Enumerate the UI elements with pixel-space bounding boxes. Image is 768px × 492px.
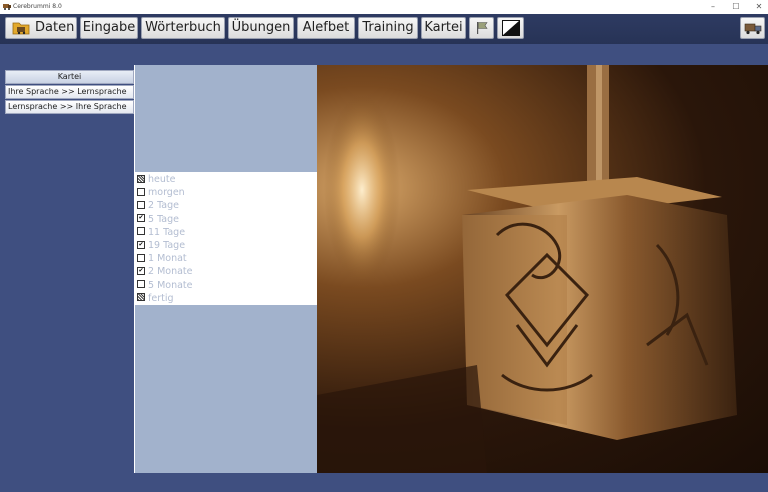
state-row[interactable]: 5 Monate — [137, 279, 312, 292]
alefbet-label: Alefbet — [302, 20, 350, 35]
uebungen-label: Übungen — [231, 20, 291, 35]
dreidel-illustration — [317, 65, 737, 473]
app-icon — [3, 4, 11, 10]
state-checkbox[interactable]: ✔ — [137, 214, 145, 223]
kartei-state-panel: heute morgen 2 Tage ✔ 5 Tage 11 Tage ✔ 19 Tage 1… — [134, 65, 317, 473]
state-row[interactable]: 11 Tage — [137, 226, 312, 239]
status-strip — [0, 473, 768, 492]
truck-icon — [744, 23, 762, 35]
window-title: Cerebrummi 8.0 — [13, 3, 62, 10]
state-label: 19 Tage — [148, 240, 186, 251]
state-label: morgen — [148, 187, 185, 199]
state-row[interactable]: heute — [137, 173, 312, 186]
state-label: 5 Monate — [148, 279, 193, 291]
kartei-label: Kartei — [424, 20, 463, 35]
training-button[interactable]: Training — [358, 17, 418, 39]
state-row[interactable]: 2 Tage — [137, 199, 312, 212]
direction-native-to-target[interactable]: Ihre Sprache >> Lernsprache — [5, 85, 134, 99]
direction-target-to-native[interactable]: Lernsprache >> Ihre Sprache — [5, 100, 134, 114]
state-checkbox[interactable] — [137, 187, 145, 196]
eingabe-label: Eingabe — [82, 20, 136, 35]
truck-button[interactable] — [740, 17, 765, 39]
state-row[interactable]: 1 Monat — [137, 252, 312, 265]
close-button[interactable]: ✕ — [748, 0, 768, 14]
state-label: 1 Monat — [148, 253, 187, 265]
state-checkbox[interactable] — [137, 200, 145, 209]
state-label: 2 Monate — [148, 266, 193, 278]
state-label: heute — [148, 174, 176, 185]
state-checkbox[interactable]: ✔ — [137, 240, 145, 249]
state-row[interactable]: ✔ 5 Tage — [137, 213, 312, 226]
state-checkbox[interactable] — [137, 293, 145, 302]
state-checkbox[interactable] — [137, 280, 145, 289]
toolbar: Daten Eingabe Wörterbuch Übungen Alefbet… — [0, 14, 768, 44]
title-bar: Cerebrummi 8.0 – ☐ ✕ — [0, 0, 768, 14]
state-checkbox[interactable]: ✔ — [137, 266, 145, 275]
state-label: fertig — [148, 292, 174, 304]
flag-button[interactable] — [469, 17, 494, 39]
folder-icon — [12, 22, 30, 35]
woerterbuch-label: Wörterbuch — [145, 20, 221, 35]
eingabe-button[interactable]: Eingabe — [80, 17, 138, 39]
state-row[interactable]: fertig — [137, 292, 312, 305]
uebungen-button[interactable]: Übungen — [228, 17, 294, 39]
alefbet-button[interactable]: Alefbet — [297, 17, 355, 39]
daten-button[interactable]: Daten — [5, 17, 77, 39]
left-panel: Kartei Ihre Sprache >> Lernsprache Lerns… — [0, 65, 134, 473]
state-label: 11 Tage — [148, 226, 186, 238]
daten-label: Daten — [35, 20, 75, 35]
kartei-header[interactable]: Kartei — [5, 70, 134, 84]
contrast-icon — [502, 20, 520, 36]
state-checkbox[interactable] — [137, 227, 145, 236]
maximize-button[interactable]: ☐ — [725, 0, 747, 14]
dreidel-image — [317, 65, 768, 473]
minimize-button[interactable]: – — [702, 0, 724, 14]
state-row[interactable]: ✔ 19 Tage — [137, 239, 312, 252]
toolbar-spacer — [0, 44, 768, 65]
state-row[interactable]: ✔ 2 Monate — [137, 265, 312, 278]
state-list: heute morgen 2 Tage ✔ 5 Tage 11 Tage ✔ 19 Tage 1… — [135, 172, 317, 305]
state-checkbox[interactable] — [137, 253, 145, 262]
training-label: Training — [362, 20, 414, 35]
contrast-button[interactable] — [497, 17, 524, 39]
flag-icon — [477, 22, 488, 34]
woerterbuch-button[interactable]: Wörterbuch — [141, 17, 225, 39]
state-row[interactable]: morgen — [137, 186, 312, 199]
state-label: 5 Tage — [148, 213, 179, 225]
state-label: 2 Tage — [148, 200, 179, 212]
kartei-button[interactable]: Kartei — [421, 17, 466, 39]
state-checkbox[interactable] — [137, 174, 145, 183]
